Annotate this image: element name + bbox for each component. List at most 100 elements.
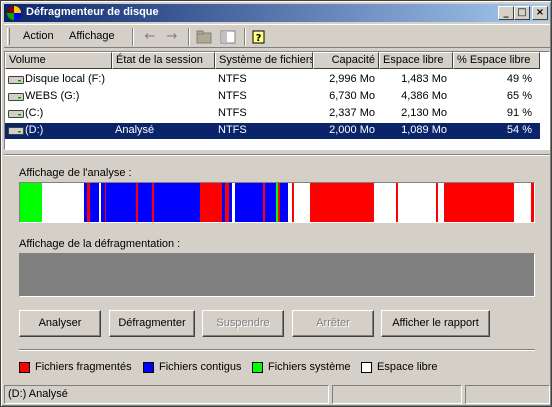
- pause-button[interactable]: Suspendre: [202, 310, 284, 337]
- analysis-segment-free: [438, 183, 444, 222]
- volume-name: Disque local (F:): [25, 73, 106, 85]
- legend-label-contiguous: Fichiers contigus: [159, 361, 242, 373]
- hard-drive-icon: [8, 93, 24, 101]
- defragment-button[interactable]: Défragmenter: [109, 310, 195, 337]
- column-header-capacity[interactable]: Capacité: [313, 52, 379, 69]
- analysis-segment-free: [374, 183, 396, 222]
- volume-row[interactable]: WEBS (G:) NTFS 6,730 Mo 4,386 Mo 65 %: [5, 89, 540, 105]
- analysis-display-label: Affichage de l'analyse :: [19, 167, 132, 179]
- toolbar-grip: [7, 28, 10, 45]
- volume-fs: NTFS: [218, 90, 247, 102]
- legend-swatch-system: [252, 362, 263, 373]
- stop-button[interactable]: Arrêter: [292, 310, 374, 337]
- analysis-segment-contiguous: [154, 183, 200, 222]
- title-bar[interactable]: Défragmenteur de disque _ □ ×: [4, 4, 550, 22]
- volume-fs: NTFS: [218, 73, 247, 85]
- volume-status: Analysé: [115, 124, 155, 136]
- status-pane-2: [332, 385, 462, 404]
- legend-label-system: Fichiers système: [268, 361, 351, 373]
- analysis-segment-free: [294, 183, 310, 222]
- volume-pct-free: 91 %: [506, 107, 532, 119]
- toolbar-separator: [132, 28, 134, 46]
- help-icon[interactable]: ?: [249, 28, 269, 46]
- volume-pct-free: 65 %: [506, 90, 532, 102]
- analysis-segment-fragmented: [436, 183, 438, 222]
- analysis-segment-free: [514, 183, 531, 222]
- hard-drive-icon: [8, 76, 24, 84]
- analysis-segment-free: [99, 183, 101, 222]
- menu-action[interactable]: Action: [23, 30, 54, 42]
- analysis-segment-contiguous: [106, 183, 136, 222]
- analysis-segment-fragmented: [152, 183, 154, 222]
- legend-label-free: Espace libre: [377, 361, 438, 373]
- analysis-segment-contiguous: [84, 183, 87, 222]
- hard-drive-icon: [8, 110, 24, 118]
- menu-toolbar: Action Affichage ← → ?: [4, 24, 550, 48]
- folder-up-icon[interactable]: [194, 28, 214, 46]
- window-title: Défragmenteur de disque: [26, 6, 159, 18]
- volume-free: 1,089 Mo: [401, 124, 447, 136]
- analysis-segment-fragmented: [531, 183, 534, 222]
- legend-swatch-fragmented: [19, 362, 30, 373]
- close-button[interactable]: ×: [532, 6, 548, 20]
- hard-drive-icon: [8, 127, 24, 135]
- volume-free: 1,483 Mo: [401, 73, 447, 85]
- toolbar-separator: [244, 28, 246, 46]
- analyze-button[interactable]: Analyser: [19, 310, 101, 337]
- volume-list[interactable]: Volume État de la session Système de fic…: [4, 51, 550, 150]
- volume-fs: NTFS: [218, 107, 247, 119]
- volume-pct-free: 49 %: [506, 73, 532, 85]
- column-header-file-system[interactable]: Système de fichiers: [215, 52, 313, 69]
- volume-name: (C:): [25, 107, 44, 119]
- volume-pct-free: 54 %: [506, 124, 532, 136]
- defrag-window: Défragmenteur de disque _ □ × Action Aff…: [0, 0, 552, 407]
- analysis-segment-fragmented: [136, 183, 138, 222]
- volume-row[interactable]: (C:) NTFS 2,337 Mo 2,130 Mo 91 %: [5, 106, 540, 122]
- volume-capacity: 2,337 Mo: [329, 107, 375, 119]
- analysis-segment-fragmented: [396, 183, 398, 222]
- analysis-segment-contiguous: [265, 183, 276, 222]
- maximize-button[interactable]: □: [514, 6, 530, 20]
- back-arrow-icon[interactable]: ←: [140, 28, 160, 46]
- analysis-segment-contiguous: [235, 183, 263, 222]
- analysis-segment-contiguous: [101, 183, 105, 222]
- column-header-volume[interactable]: Volume: [5, 52, 112, 69]
- analysis-segment-fragmented: [225, 183, 229, 222]
- volume-name: (D:): [25, 124, 44, 136]
- status-text: (D:) Analysé: [4, 385, 329, 404]
- pane-splitter[interactable]: [4, 154, 550, 156]
- legend-divider: [19, 349, 535, 351]
- view-report-button[interactable]: Afficher le rapport: [381, 310, 490, 337]
- column-header-free-space[interactable]: Espace libre: [379, 52, 453, 69]
- column-header-session-state[interactable]: État de la session: [112, 52, 215, 69]
- analysis-segment-fragmented: [278, 183, 280, 222]
- show-hide-pane-icon[interactable]: [218, 28, 238, 46]
- status-pane-3: [465, 385, 550, 404]
- analysis-map-graphic: [20, 183, 534, 222]
- volume-name: WEBS (G:): [25, 90, 80, 102]
- analysis-segment-fragmented: [200, 183, 222, 222]
- volume-capacity: 6,730 Mo: [329, 90, 375, 102]
- minimize-button[interactable]: _: [498, 6, 514, 20]
- analysis-segment-free: [232, 183, 235, 222]
- analysis-segment-contiguous: [138, 183, 152, 222]
- defrag-display-label: Affichage de la défragmentation :: [19, 238, 181, 250]
- column-header-pct-free[interactable]: % Espace libre: [453, 52, 540, 69]
- volume-row[interactable]: Disque local (F:) NTFS 2,996 Mo 1,483 Mo…: [5, 72, 540, 88]
- analysis-segment-fragmented: [444, 183, 446, 222]
- menu-view[interactable]: Affichage: [69, 30, 115, 42]
- volume-capacity: 2,000 Mo: [329, 124, 375, 136]
- analysis-map: [19, 182, 535, 223]
- legend-swatch-free: [361, 362, 372, 373]
- volume-fs: NTFS: [218, 124, 247, 136]
- toolbar-separator: [188, 28, 190, 46]
- analysis-segment-free: [398, 183, 436, 222]
- volume-row-selected[interactable]: (D:) Analysé NTFS 2,000 Mo 1,089 Mo 54 %: [5, 123, 540, 139]
- analysis-segment-contiguous: [280, 183, 288, 222]
- analysis-segment-fragmented: [87, 183, 90, 222]
- forward-arrow-icon[interactable]: →: [162, 28, 182, 46]
- analysis-segment-contiguous: [90, 183, 99, 222]
- analysis-segment-system: [276, 183, 278, 222]
- analysis-segment-fragmented: [263, 183, 265, 222]
- analysis-segment-fragmented: [446, 183, 514, 222]
